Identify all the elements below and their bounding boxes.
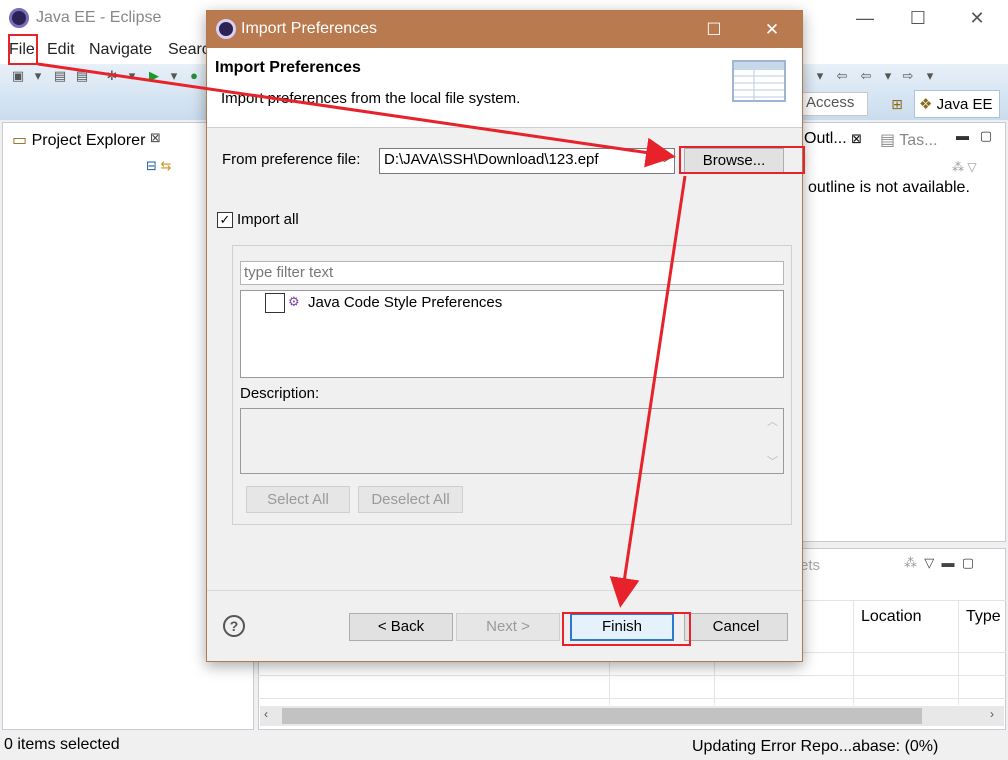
minimize-icon[interactable]: — bbox=[850, 4, 880, 32]
outline-view-icon[interactable]: ⁂ ▽ bbox=[952, 160, 977, 174]
annotation-box-finish bbox=[562, 612, 691, 646]
perspective-label: Java EE bbox=[936, 96, 993, 113]
status-progress[interactable]: Updating Error Repo...abase: (0%) bbox=[692, 738, 938, 756]
back-button[interactable]: < Back bbox=[349, 613, 453, 641]
server-icon[interactable]: ● bbox=[186, 68, 202, 84]
minimize-icon[interactable]: ▬ bbox=[941, 555, 954, 570]
scroll-left-icon[interactable]: ‹ bbox=[264, 707, 268, 721]
run-dropdown-icon[interactable]: ▾ bbox=[166, 68, 182, 84]
menu-edit[interactable]: Edit bbox=[47, 41, 75, 59]
java-preferences-icon: ⚙ bbox=[288, 294, 300, 309]
help-icon[interactable]: ? bbox=[223, 615, 245, 637]
back-nav-icon[interactable]: ⇦ bbox=[834, 68, 850, 84]
run-icon[interactable]: ▶ bbox=[146, 68, 162, 84]
new-dropdown-icon[interactable]: ▾ bbox=[30, 68, 46, 84]
preference-file-combo[interactable]: D:\JAVA\SSH\Download\123.epf ﹀ bbox=[379, 148, 675, 174]
project-explorer-icon: ▭ bbox=[12, 132, 28, 149]
dialog-description: Import preferences from the local file s… bbox=[221, 90, 521, 107]
dropdown-icon[interactable]: ▽ bbox=[924, 555, 934, 570]
maximize-icon[interactable]: ☐ bbox=[700, 17, 728, 43]
eclipse-logo-icon bbox=[216, 19, 236, 39]
annotation-box-file bbox=[8, 34, 38, 65]
tab-tasks[interactable]: ▤ Tas... bbox=[880, 130, 938, 150]
button-bar-divider bbox=[207, 590, 802, 591]
open-perspective-icon[interactable]: ⊞ bbox=[886, 92, 908, 116]
tree-item-label[interactable]: Java Code Style Preferences bbox=[308, 294, 502, 311]
forward-nav-dropdown-icon[interactable]: ▾ bbox=[922, 68, 938, 84]
debug-dropdown-icon[interactable]: ▾ bbox=[124, 68, 140, 84]
save-all-icon[interactable]: ▤ bbox=[74, 68, 90, 84]
tab-label: Project Explorer bbox=[31, 132, 146, 149]
maximize-icon[interactable]: ▢ bbox=[980, 128, 992, 143]
scroll-right-icon[interactable]: › bbox=[990, 707, 994, 721]
close-icon[interactable]: ✕ bbox=[962, 4, 992, 32]
menu-search[interactable]: Searc bbox=[168, 41, 210, 59]
save-icon[interactable]: ▤ bbox=[52, 68, 68, 84]
description-scrollbar[interactable]: ︿ ﹀ bbox=[762, 409, 783, 473]
scroll-down-icon[interactable]: ﹀ bbox=[762, 453, 783, 469]
deselect-all-button[interactable]: Deselect All bbox=[358, 486, 463, 513]
maximize-icon[interactable]: ☐ bbox=[903, 4, 933, 32]
eclipse-logo-icon bbox=[9, 8, 29, 28]
tab-project-explorer[interactable]: ▭ Project Explorer bbox=[4, 124, 169, 154]
table-row-line bbox=[258, 698, 1006, 699]
tab-label: Outl... bbox=[804, 130, 847, 147]
maximize-icon[interactable]: ▢ bbox=[962, 555, 974, 570]
from-preference-file-label: From preference file: bbox=[222, 151, 361, 168]
description-text-area bbox=[240, 408, 784, 474]
menu-navigate[interactable]: Navigate bbox=[89, 41, 152, 59]
close-icon[interactable]: ✕ bbox=[758, 17, 786, 43]
next-button[interactable]: Next > bbox=[456, 613, 560, 641]
new-icon[interactable]: ▣ bbox=[10, 68, 26, 84]
close-tab-icon[interactable]: ⊠ bbox=[150, 130, 161, 146]
filter-input[interactable]: type filter text bbox=[240, 261, 784, 285]
column-header-location[interactable]: Location bbox=[861, 608, 922, 626]
minimize-icon[interactable]: ▬ bbox=[956, 128, 969, 143]
panel-controls: ▬ ▢ bbox=[956, 128, 992, 144]
collapse-link-tools: ⊟ ⇆ bbox=[146, 158, 171, 174]
cancel-button[interactable]: Cancel bbox=[684, 613, 788, 641]
tab-label: Tas... bbox=[899, 132, 938, 149]
tasks-icon: ▤ bbox=[880, 132, 896, 149]
import-banner-icon bbox=[732, 60, 786, 102]
dialog-heading: Import Preferences bbox=[215, 59, 361, 76]
import-all-label[interactable]: Import all bbox=[237, 211, 299, 228]
status-selection: 0 items selected bbox=[4, 736, 120, 753]
forward-nav-icon[interactable]: ⇨ bbox=[900, 68, 916, 84]
import-all-checkbox[interactable]: ✓ bbox=[217, 212, 233, 228]
annotation-box-browse bbox=[679, 146, 805, 174]
table-row-line bbox=[258, 675, 1006, 676]
javaee-perspective-icon: ❖ bbox=[919, 96, 933, 113]
outline-message: outline is not available. bbox=[808, 179, 970, 196]
horizontal-scrollbar[interactable]: ‹ › bbox=[260, 706, 1004, 726]
back-nav-dropdown-icon[interactable]: ▾ bbox=[880, 68, 896, 84]
debug-icon[interactable]: ✲ bbox=[104, 68, 120, 84]
quick-access-input[interactable]: Access bbox=[802, 92, 868, 116]
description-label: Description: bbox=[240, 385, 320, 402]
back-nav-2-icon[interactable]: ⇦ bbox=[858, 68, 874, 84]
view-menu-icon[interactable]: ⁂ bbox=[904, 555, 917, 570]
scrollbar-thumb[interactable] bbox=[282, 708, 922, 724]
close-tab-icon[interactable]: ⊠ bbox=[851, 131, 862, 146]
select-all-button[interactable]: Select All bbox=[246, 486, 350, 513]
window-title: Java EE - Eclipse bbox=[36, 9, 162, 26]
tab-bottom-panel[interactable]: ets bbox=[800, 557, 820, 574]
tab-outline[interactable]: Outl... ⊠ bbox=[804, 130, 862, 148]
table-graphic-icon bbox=[734, 62, 784, 100]
link-editor-icon[interactable]: ⇆ bbox=[161, 158, 172, 173]
column-header-type[interactable]: Type bbox=[966, 608, 1001, 626]
dialog-title: Import Preferences bbox=[241, 20, 378, 37]
chevron-down-icon[interactable]: ﹀ bbox=[659, 155, 670, 171]
file-path-value: D:\JAVA\SSH\Download\123.epf bbox=[384, 151, 599, 168]
bottom-panel-controls: ⁂ ▽ ▬ ▢ bbox=[904, 555, 974, 571]
perspective-javaee-button[interactable]: ❖ Java EE bbox=[914, 90, 1000, 118]
tree-item-checkbox[interactable] bbox=[265, 293, 285, 313]
collapse-all-icon[interactable]: ⊟ bbox=[146, 158, 157, 173]
nav-dropdown-icon[interactable]: ▾ bbox=[812, 68, 828, 84]
scroll-up-icon[interactable]: ︿ bbox=[762, 413, 783, 429]
